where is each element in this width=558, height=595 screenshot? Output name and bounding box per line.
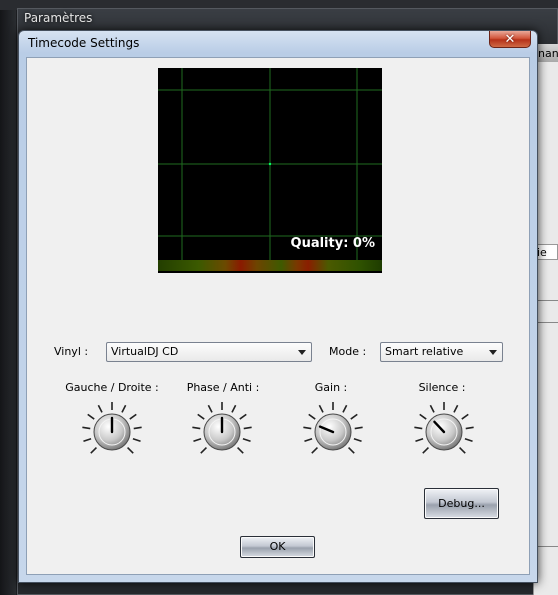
knob-tick xyxy=(422,446,430,454)
knob-tick xyxy=(318,404,324,413)
knob-tick xyxy=(419,413,427,420)
close-icon: ✕ xyxy=(504,31,516,47)
knob-tick xyxy=(192,426,201,430)
scope-signal-dot xyxy=(268,162,272,166)
chevron-down-icon xyxy=(298,350,306,355)
knob-tick xyxy=(82,426,91,430)
knob-tick xyxy=(126,446,134,454)
mode-select-value: Smart relative xyxy=(385,345,464,358)
debug-button[interactable]: Debug... xyxy=(424,488,499,519)
knob-tick xyxy=(200,446,208,454)
knob-tick xyxy=(197,413,205,420)
knob-tick xyxy=(129,413,137,420)
knob-tick xyxy=(239,413,247,420)
knob-tick xyxy=(429,404,435,413)
knob-tick xyxy=(193,438,202,443)
knob-tick xyxy=(236,446,244,454)
knob-tick xyxy=(414,426,423,430)
knob-label-silence: Silence : xyxy=(418,381,466,394)
knob-tick xyxy=(350,413,358,420)
dialog-title: Timecode Settings xyxy=(28,36,140,50)
knob-tick xyxy=(415,438,424,443)
vinyl-select-value: VirtualDJ CD xyxy=(111,345,179,358)
knob-silence[interactable] xyxy=(409,397,479,467)
knob-tick xyxy=(207,404,213,413)
knob-tick xyxy=(458,446,466,454)
knob-tick xyxy=(311,446,319,454)
timecode-scope: Quality: 0% xyxy=(158,68,382,273)
scope-grid xyxy=(158,68,382,260)
knob-tick xyxy=(87,413,95,420)
knob-tick xyxy=(132,438,141,443)
knob-gain[interactable] xyxy=(298,397,368,467)
knob-tick xyxy=(347,446,355,454)
timecode-settings-dialog: Timecode Settings ✕ Quality: 0% Vinyl : … xyxy=(18,30,538,583)
knob-tick xyxy=(133,426,142,430)
knob-tick xyxy=(308,413,316,420)
knob-label-gain: Gain : xyxy=(314,381,348,394)
knob-tick xyxy=(121,404,127,413)
ok-button[interactable]: OK xyxy=(240,536,315,558)
mode-select[interactable]: Smart relative xyxy=(380,342,503,362)
knob-tick xyxy=(97,404,103,413)
knob-tick xyxy=(304,438,313,443)
parent-window-tab-fragment: nanc xyxy=(538,47,558,60)
knob-gauche-droite[interactable] xyxy=(77,397,147,467)
knob-phase-anti[interactable] xyxy=(187,397,257,467)
knob-tick xyxy=(353,438,362,443)
knob-tick xyxy=(83,438,92,443)
knob-tick xyxy=(90,446,98,454)
knob-label-phase-anti: Phase / Anti : xyxy=(186,381,260,394)
knob-tick xyxy=(453,404,459,413)
vinyl-label: Vinyl : xyxy=(54,345,89,358)
knob-label-gauche-droite: Gauche / Droite : xyxy=(65,381,159,394)
background-left-strip xyxy=(0,10,16,595)
signal-level-bar xyxy=(158,260,382,271)
knob-tick xyxy=(342,404,348,413)
knob-tick xyxy=(242,438,251,443)
mode-label: Mode : xyxy=(329,345,367,358)
knob-tick xyxy=(243,426,252,430)
parent-window-title: Paramètres xyxy=(24,11,93,25)
dialog-client-area: Quality: 0% Vinyl : VirtualDJ CD Mode : … xyxy=(26,57,530,575)
knob-tick xyxy=(231,404,237,413)
knob-tick xyxy=(465,426,474,430)
close-button[interactable]: ✕ xyxy=(489,31,531,48)
knob-tick xyxy=(464,438,473,443)
knob-tick xyxy=(461,413,469,420)
knob-tick xyxy=(303,426,312,430)
vinyl-select[interactable]: VirtualDJ CD xyxy=(106,342,312,362)
chevron-down-icon xyxy=(489,350,497,355)
knob-tick xyxy=(354,426,363,430)
quality-readout: Quality: 0% xyxy=(290,236,375,251)
